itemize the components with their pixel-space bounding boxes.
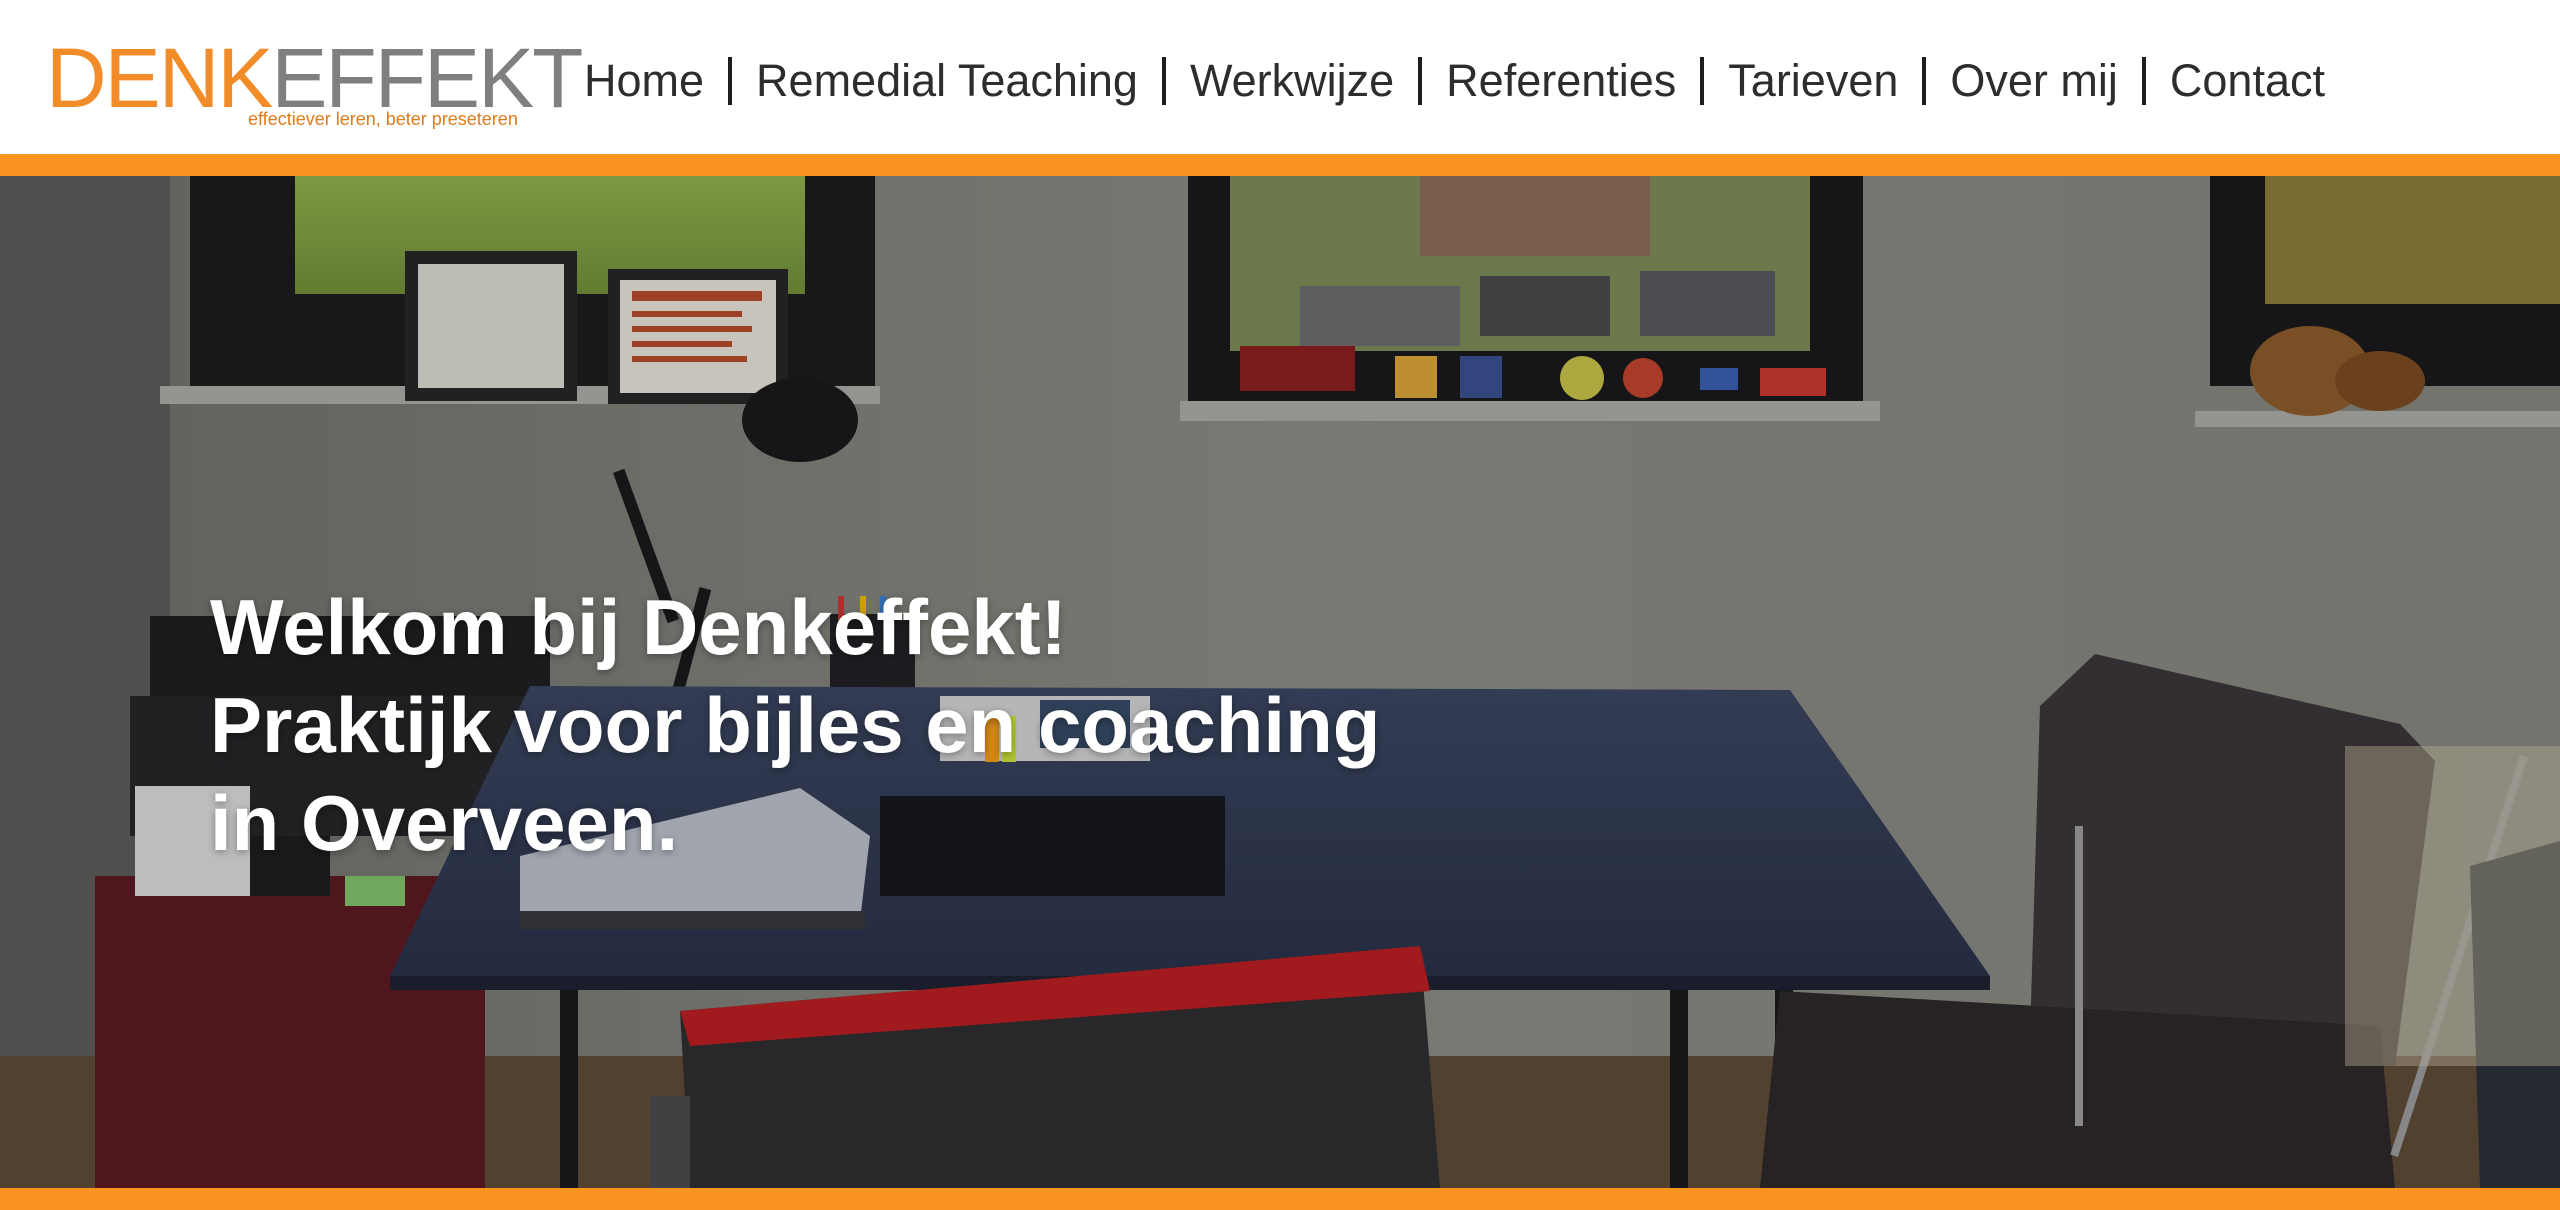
nav-item-remedial-teaching[interactable]: Remedial Teaching <box>732 50 1162 112</box>
nav-item-werkwijze[interactable]: Werkwijze <box>1166 50 1418 112</box>
main-navigation: Home Remedial Teaching Werkwijze Referen… <box>570 50 2349 112</box>
nav-item-over-mij[interactable]: Over mij <box>1926 50 2142 112</box>
nav-item-home[interactable]: Home <box>570 50 728 112</box>
hero-line-3: in Overveen. <box>210 779 679 868</box>
hero-line-1: Welkom bij Denkeffekt! <box>210 583 1067 672</box>
nav-item-referenties[interactable]: Referenties <box>1422 50 1700 112</box>
nav-item-tarieven[interactable]: Tarieven <box>1704 50 1922 112</box>
header-accent-bar <box>0 154 2560 176</box>
hero-line-2: Praktijk voor bijles en coaching <box>210 681 1381 770</box>
logo-wordmark: DENKEFFEKT <box>46 31 583 125</box>
hero-heading: Welkom bij Denkeffekt! Praktijk voor bij… <box>210 578 1380 872</box>
footer-accent-bar <box>0 1188 2560 1210</box>
site-logo[interactable]: DENKEFFEKT effectiever leren, beter pres… <box>46 36 583 136</box>
hero-banner: Welkom bij Denkeffekt! Praktijk voor bij… <box>0 176 2560 1188</box>
logo-tagline: effectiever leren, beter preseteren <box>248 109 518 129</box>
site-header: DENKEFFEKT effectiever leren, beter pres… <box>0 0 2560 154</box>
nav-item-contact[interactable]: Contact <box>2146 50 2349 112</box>
